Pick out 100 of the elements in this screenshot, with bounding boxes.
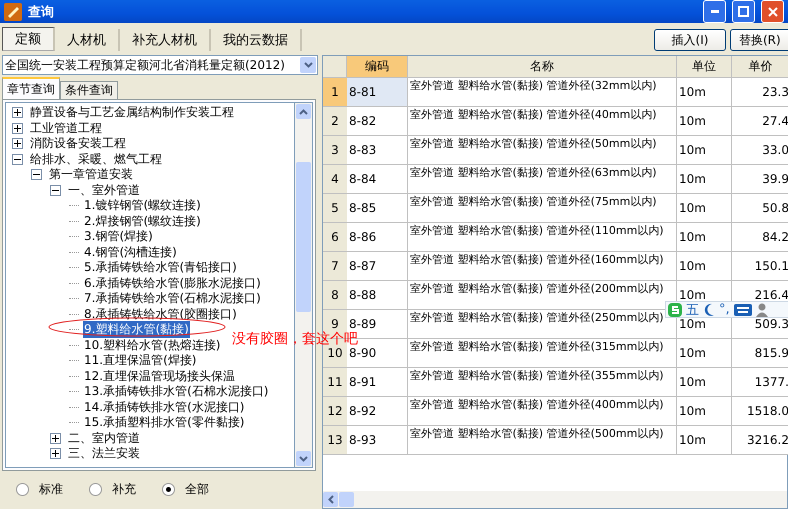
- table-cell: 10m: [677, 136, 732, 165]
- table-cell: 8-84: [347, 165, 408, 194]
- column-header[interactable]: 单位: [677, 56, 732, 78]
- table-cell: 10m: [677, 223, 732, 252]
- tree-item[interactable]: 12.直埋保温管现场接头保温: [83, 368, 236, 385]
- chevron-down-icon: [304, 62, 312, 68]
- radio-option[interactable]: 全部: [162, 481, 209, 498]
- expand-icon[interactable]: [12, 122, 23, 134]
- close-button[interactable]: [761, 0, 784, 23]
- scroll-thumb[interactable]: [339, 492, 354, 507]
- table-cell: 10m: [677, 78, 732, 107]
- minimize-button[interactable]: [703, 0, 726, 23]
- table-cell: 84.2: [732, 223, 788, 252]
- tree-item[interactable]: 7.承插铸铁给水管(石棉水泥接口): [83, 290, 262, 308]
- tree-item[interactable]: 10.塑料给水管(热熔连接): [83, 336, 222, 354]
- tab[interactable]: 补充人材机: [120, 29, 211, 51]
- tree-item[interactable]: 1.镀锌钢管(螺纹连接): [83, 197, 202, 214]
- table-cell: 815.9: [732, 339, 788, 368]
- person-icon[interactable]: [756, 302, 768, 316]
- table-cell: 8-88: [347, 281, 408, 310]
- collapse-icon[interactable]: [50, 184, 61, 196]
- table-cell: 室外管道 塑料给水管(黏接) 管道外径(110mm以内): [408, 223, 677, 252]
- collapse-icon[interactable]: [12, 154, 23, 165]
- tree-item[interactable]: 5.承插铸铁给水管(青铅接口): [83, 259, 238, 276]
- table-cell: 10m: [677, 107, 732, 136]
- row-number[interactable]: 12: [323, 397, 347, 426]
- table-cell: 1377.: [732, 368, 788, 397]
- tree-item[interactable]: 11.直埋保温管(焊接): [83, 352, 198, 370]
- tree-item[interactable]: 第一章管道安装: [48, 166, 134, 184]
- row-number[interactable]: 8: [323, 281, 347, 310]
- tab[interactable]: 人材机: [55, 29, 120, 51]
- table-cell: 室外管道 塑料给水管(黏接) 管道外径(500mm以内): [408, 426, 677, 455]
- input-method-icon[interactable]: [668, 302, 682, 316]
- tab[interactable]: 我的云数据: [211, 29, 302, 51]
- minimize-icon: [710, 10, 718, 13]
- column-header[interactable]: 单价: [732, 56, 788, 78]
- tree-item[interactable]: 消防设备安装工程: [29, 135, 127, 152]
- tree-item[interactable]: 3.钢管(焊接): [83, 228, 154, 246]
- table-cell: 39.9: [732, 165, 788, 194]
- row-number[interactable]: 7: [323, 252, 347, 281]
- row-number[interactable]: 6: [323, 223, 347, 252]
- tree-item[interactable]: 静置设备与工艺金属结构制作安装工程: [29, 104, 235, 122]
- replace-button[interactable]: 替换(R): [730, 29, 788, 51]
- row-number[interactable]: 5: [323, 194, 347, 223]
- tree-item[interactable]: 13.承插铸铁排水管(石棉水泥接口): [83, 383, 270, 400]
- keyboard-icon[interactable]: [734, 304, 752, 316]
- quota-dropdown[interactable]: 全国统一安装工程预算定额河北省消耗量定额(2012): [2, 55, 318, 75]
- table-cell: 10m: [677, 397, 732, 426]
- horizontal-scrollbar[interactable]: [323, 491, 787, 508]
- scroll-up-icon[interactable]: [299, 108, 308, 114]
- tree-item[interactable]: 2.焊接钢管(螺纹连接): [83, 212, 202, 230]
- table-cell: 50.8: [732, 194, 788, 223]
- column-header[interactable]: 名称: [408, 56, 677, 78]
- tree-item[interactable]: 二、室内管道: [67, 430, 141, 447]
- row-number[interactable]: 11: [323, 368, 347, 397]
- moon-icon[interactable]: [703, 302, 715, 316]
- tab[interactable]: 定额: [2, 27, 55, 51]
- table-cell: 室外管道 塑料给水管(黏接) 管道外径(40mm以内): [408, 107, 677, 136]
- expand-icon[interactable]: [12, 107, 23, 118]
- maximize-button[interactable]: [732, 0, 755, 23]
- table-cell: 8-87: [347, 252, 408, 281]
- tree-item[interactable]: 给排水、采暖、燃气工程: [29, 150, 163, 168]
- table-cell: 1518.0: [732, 397, 788, 426]
- tree-item[interactable]: 4.钢管(沟槽连接): [83, 244, 178, 261]
- table-cell: 8-92: [347, 397, 408, 426]
- collapse-icon[interactable]: [31, 169, 42, 180]
- column-header[interactable]: 编码: [347, 56, 408, 78]
- radio-option[interactable]: 标准: [16, 481, 63, 498]
- table-cell: 8-91: [347, 368, 408, 397]
- tree-item[interactable]: 三、法兰安装: [67, 445, 141, 462]
- scroll-left-icon[interactable]: [328, 495, 334, 504]
- radio-option[interactable]: 补充: [89, 481, 136, 498]
- table-cell: 10m: [677, 165, 732, 194]
- maximize-icon: [738, 6, 749, 17]
- row-number[interactable]: 13: [323, 426, 347, 455]
- row-number[interactable]: 2: [323, 107, 347, 136]
- tree-item[interactable]: 一、室外管道: [67, 182, 141, 199]
- app-icon: [4, 2, 22, 20]
- table-cell: 室外管道 塑料给水管(黏接) 管道外径(315mm以内): [408, 339, 677, 368]
- table-cell: 10m: [677, 426, 732, 455]
- tree-item[interactable]: 15.承插塑料排水管(零件黏接): [83, 414, 246, 432]
- row-number[interactable]: 3: [323, 136, 347, 165]
- tree-item[interactable]: 工业管道工程: [29, 120, 103, 137]
- table-cell: 8-85: [347, 194, 408, 223]
- scroll-down-icon[interactable]: [299, 456, 308, 462]
- table-cell: 33.0: [732, 136, 788, 165]
- expand-icon[interactable]: [50, 432, 61, 444]
- row-number[interactable]: 4: [323, 165, 347, 194]
- expand-icon[interactable]: [50, 448, 61, 460]
- row-number[interactable]: 1: [323, 78, 347, 107]
- table-cell: 室外管道 塑料给水管(黏接) 管道外径(75mm以内): [408, 194, 677, 223]
- expand-icon[interactable]: [12, 138, 23, 150]
- tree-item[interactable]: 9.塑料给水管(黏接): [83, 321, 190, 338]
- tab[interactable]: 条件查询: [60, 81, 118, 99]
- table-cell: 室外管道 塑料给水管(黏接) 管道外径(63mm以内): [408, 165, 677, 194]
- tab[interactable]: 章节查询: [2, 77, 60, 99]
- tree-item[interactable]: 6.承插铸铁给水管(膨胀水泥接口): [83, 274, 262, 292]
- insert-button[interactable]: 插入(I): [654, 29, 726, 51]
- tree-item[interactable]: 14.承插铸铁排水管(水泥接口): [83, 398, 246, 416]
- table-cell: 室外管道 塑料给水管(黏接) 管道外径(32mm以内): [408, 78, 677, 107]
